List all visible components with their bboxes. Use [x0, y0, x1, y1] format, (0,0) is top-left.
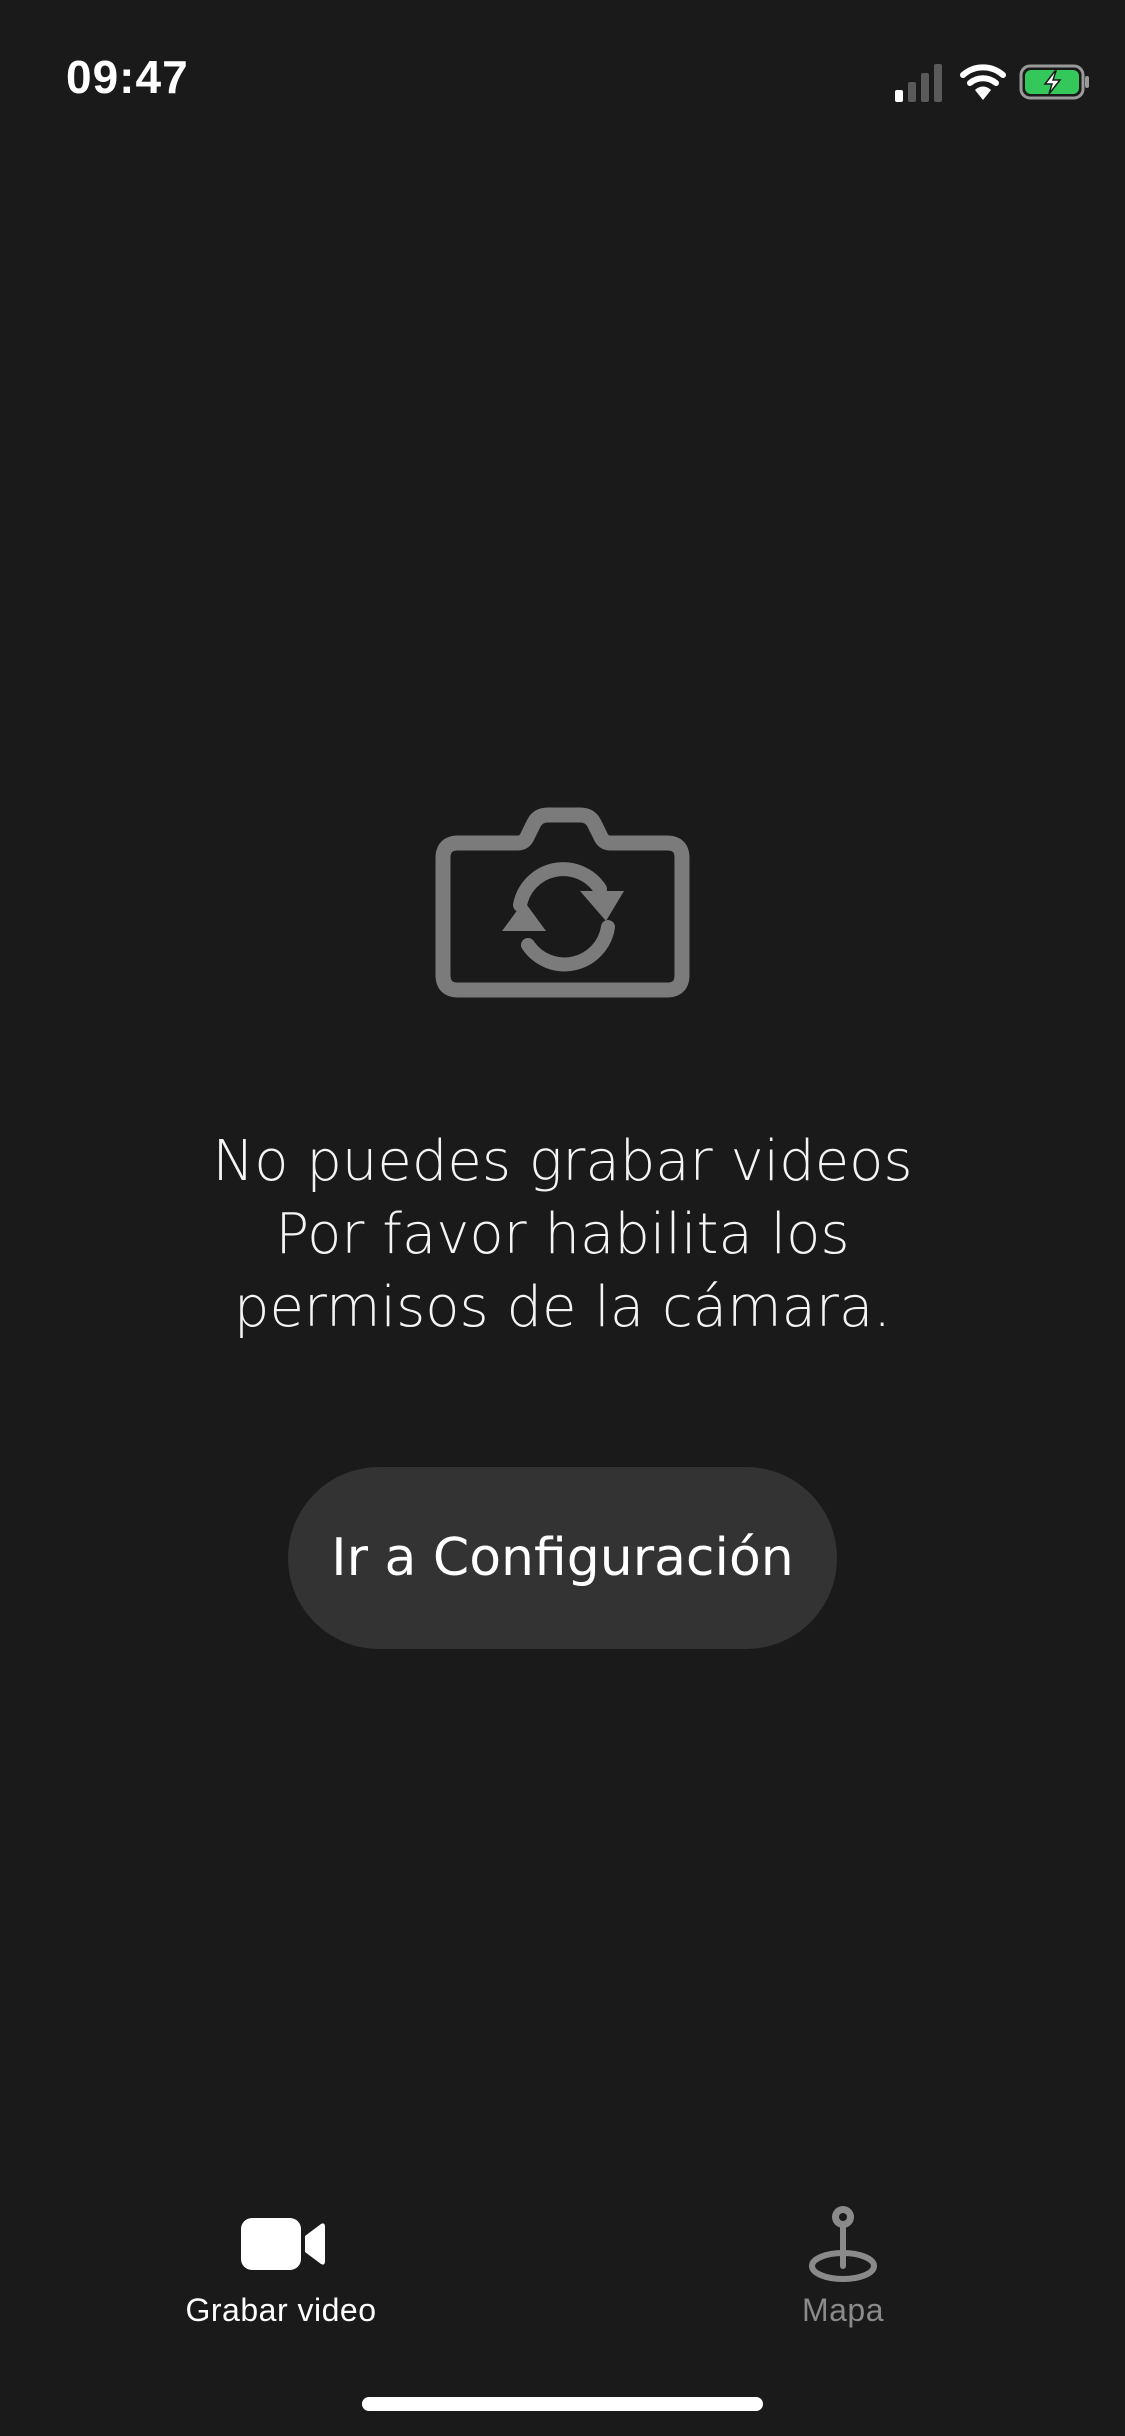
message-line: permisos de la cámara. [233, 1275, 892, 1340]
map-pin-icon [809, 2206, 877, 2282]
status-icons [893, 60, 1093, 104]
tab-label: Grabar video [185, 2292, 377, 2328]
status-bar: 09:47 [0, 0, 1125, 160]
tab-map[interactable]: Mapa [643, 2180, 1043, 2340]
home-indicator[interactable] [362, 2397, 763, 2411]
tab-label: Mapa [801, 2292, 885, 2328]
wifi-icon [960, 64, 1006, 100]
go-to-settings-button[interactable]: Ir a Configuración [288, 1467, 837, 1649]
battery-charging-icon [1019, 64, 1089, 100]
cellular-signal-icon [895, 64, 942, 102]
tab-record-video[interactable]: Grabar video [81, 2180, 481, 2340]
message-line: Por favor habilita los [275, 1202, 850, 1267]
status-time: 09:47 [66, 51, 189, 103]
permission-message: No puedes grabar videos Por favor habili… [0, 1125, 1125, 1344]
tab-bar: Grabar video Mapa [0, 2180, 1125, 2380]
camera-switch-icon [435, 807, 690, 998]
video-camera-icon [241, 2218, 325, 2270]
message-line: No puedes grabar videos [212, 1129, 913, 1194]
